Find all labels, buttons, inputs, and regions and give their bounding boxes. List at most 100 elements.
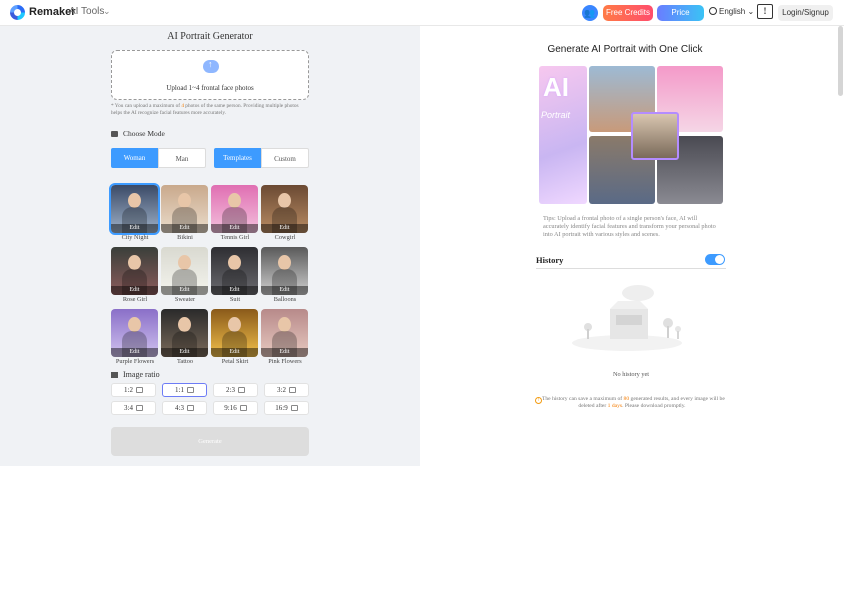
ratio-label: 3:4 bbox=[124, 404, 133, 412]
feedback-icon[interactable]: ! bbox=[757, 4, 773, 19]
edit-button[interactable]: Edit bbox=[111, 286, 158, 295]
login-signup-button[interactable]: Login/Signup bbox=[778, 5, 833, 21]
template-label: Bikini bbox=[177, 234, 193, 241]
note-part1: The history can save a maximum of bbox=[541, 396, 624, 402]
custom-tab[interactable]: Custom bbox=[261, 148, 309, 168]
template-label: Sweater bbox=[174, 296, 196, 303]
chevron-down-icon[interactable]: ⌄ bbox=[103, 6, 111, 17]
right-title: Generate AI Portrait with One Click bbox=[547, 44, 703, 55]
template-label: Balloons bbox=[273, 296, 297, 303]
portrait-figure bbox=[178, 193, 191, 208]
template-tile[interactable]: Edit bbox=[161, 309, 208, 357]
ratio-label: 1:2 bbox=[124, 386, 133, 394]
template-tile[interactable]: Edit bbox=[211, 247, 258, 295]
template-tile[interactable]: Edit bbox=[111, 247, 158, 295]
edit-button[interactable]: Edit bbox=[161, 348, 208, 357]
edit-button[interactable]: Edit bbox=[111, 224, 158, 233]
cloud-upload-icon bbox=[203, 59, 219, 73]
man-tab[interactable]: Man bbox=[158, 148, 206, 168]
ratio-shape-icon bbox=[239, 405, 247, 411]
edit-button[interactable]: Edit bbox=[261, 286, 308, 295]
template-tile[interactable]: Edit bbox=[211, 185, 258, 233]
no-history-text: No history yet bbox=[612, 371, 650, 378]
community-icon[interactable]: 👥 bbox=[582, 5, 598, 21]
ratio-label: 16:9 bbox=[275, 404, 288, 412]
ratio-option[interactable]: 1:2 bbox=[111, 383, 156, 397]
image-ratio-label: Image ratio bbox=[111, 370, 160, 379]
portrait-figure bbox=[278, 193, 291, 208]
ratio-option[interactable]: 3:4 bbox=[111, 401, 156, 415]
edit-button[interactable]: Edit bbox=[211, 286, 258, 295]
top-header: Remaker AI Tools ⌄ 👥 Free Credits Price … bbox=[0, 0, 844, 26]
ratio-shape-icon bbox=[237, 387, 245, 393]
language-selector[interactable]: English ⌄ bbox=[709, 7, 754, 16]
remaker-logo-icon[interactable] bbox=[10, 5, 25, 20]
choose-mode-text: Choose Mode bbox=[123, 129, 165, 138]
ratio-shape-icon bbox=[135, 405, 143, 411]
collage-face-photo bbox=[631, 112, 679, 160]
template-tile[interactable]: Edit bbox=[111, 309, 158, 357]
ratio-option[interactable]: 2:3 bbox=[213, 383, 258, 397]
price-button[interactable]: Price bbox=[657, 5, 704, 21]
ratio-label: 4:3 bbox=[175, 404, 184, 412]
portrait-figure bbox=[128, 193, 141, 208]
history-toggle[interactable] bbox=[705, 254, 725, 265]
ratio-option[interactable]: 9:16 bbox=[213, 401, 258, 415]
portrait-figure bbox=[278, 255, 291, 270]
collage-portrait-text: Portrait bbox=[541, 110, 571, 120]
templates-tab[interactable]: Templates bbox=[214, 148, 261, 168]
ratio-label: 9:16 bbox=[224, 404, 237, 412]
note-days: 1 days bbox=[607, 403, 623, 409]
ratio-option[interactable]: 16:9 bbox=[264, 401, 309, 415]
template-label: Pink Flowers bbox=[268, 358, 302, 365]
page-title: AI Portrait Generator bbox=[167, 31, 253, 42]
language-label: English bbox=[719, 7, 746, 16]
portrait-figure bbox=[128, 255, 141, 270]
history-note: The history can save a maximum of 80 gen… bbox=[536, 396, 728, 410]
free-credits-button[interactable]: Free Credits bbox=[603, 5, 653, 21]
note-part3: . Please download promptly. bbox=[622, 403, 686, 409]
portrait-figure bbox=[278, 317, 291, 332]
template-tile[interactable]: Edit bbox=[109, 183, 160, 235]
upload-note-prefix: * You can upload a maximum of bbox=[111, 103, 182, 109]
ratio-label: 3:2 bbox=[277, 386, 286, 394]
woman-tab[interactable]: Woman bbox=[111, 148, 158, 168]
ratio-shape-icon bbox=[186, 405, 194, 411]
collage-ai-text: AI bbox=[543, 72, 569, 102]
portrait-figure bbox=[228, 317, 241, 332]
image-ratio-icon bbox=[111, 372, 118, 378]
portrait-figure bbox=[128, 317, 141, 332]
image-ratio-text: Image ratio bbox=[123, 370, 160, 379]
portrait-figure bbox=[228, 255, 241, 270]
edit-button[interactable]: Edit bbox=[261, 348, 308, 357]
edit-button[interactable]: Edit bbox=[111, 348, 158, 357]
edit-button[interactable]: Edit bbox=[211, 348, 258, 357]
ratio-shape-icon bbox=[288, 387, 296, 393]
upload-dropzone[interactable]: Upload 1~4 frontal face photos bbox=[111, 50, 309, 100]
template-tile[interactable]: Edit bbox=[261, 309, 308, 357]
template-tile[interactable]: Edit bbox=[161, 247, 208, 295]
ratio-option[interactable]: 4:3 bbox=[162, 401, 207, 415]
empty-box-illustration bbox=[572, 285, 682, 351]
ratio-label: 1:1 bbox=[175, 386, 184, 394]
edit-button[interactable]: Edit bbox=[211, 224, 258, 233]
portrait-figure bbox=[178, 255, 191, 270]
edit-button[interactable]: Edit bbox=[161, 286, 208, 295]
generate-button[interactable]: Generate bbox=[111, 427, 309, 456]
template-tile[interactable]: Edit bbox=[211, 309, 258, 357]
upload-text: Upload 1~4 frontal face photos bbox=[166, 84, 254, 92]
template-tile[interactable]: Edit bbox=[261, 185, 308, 233]
upload-note: * You can upload a maximum of 4 photos o… bbox=[111, 103, 311, 117]
scrollbar[interactable] bbox=[838, 26, 843, 96]
edit-button[interactable]: Edit bbox=[161, 224, 208, 233]
mode-icon bbox=[111, 131, 118, 137]
edit-button[interactable]: Edit bbox=[261, 224, 308, 233]
history-title: History bbox=[536, 255, 564, 265]
template-tile[interactable]: Edit bbox=[161, 185, 208, 233]
ratio-option[interactable]: 3:2 bbox=[264, 383, 309, 397]
tips-text: Tips: Upload a frontal photo of a single… bbox=[543, 215, 716, 238]
template-label: Purple Flowers bbox=[115, 358, 155, 365]
ai-tools-menu[interactable]: AI Tools bbox=[69, 6, 104, 17]
template-tile[interactable]: Edit bbox=[261, 247, 308, 295]
ratio-option[interactable]: 1:1 bbox=[162, 383, 207, 397]
